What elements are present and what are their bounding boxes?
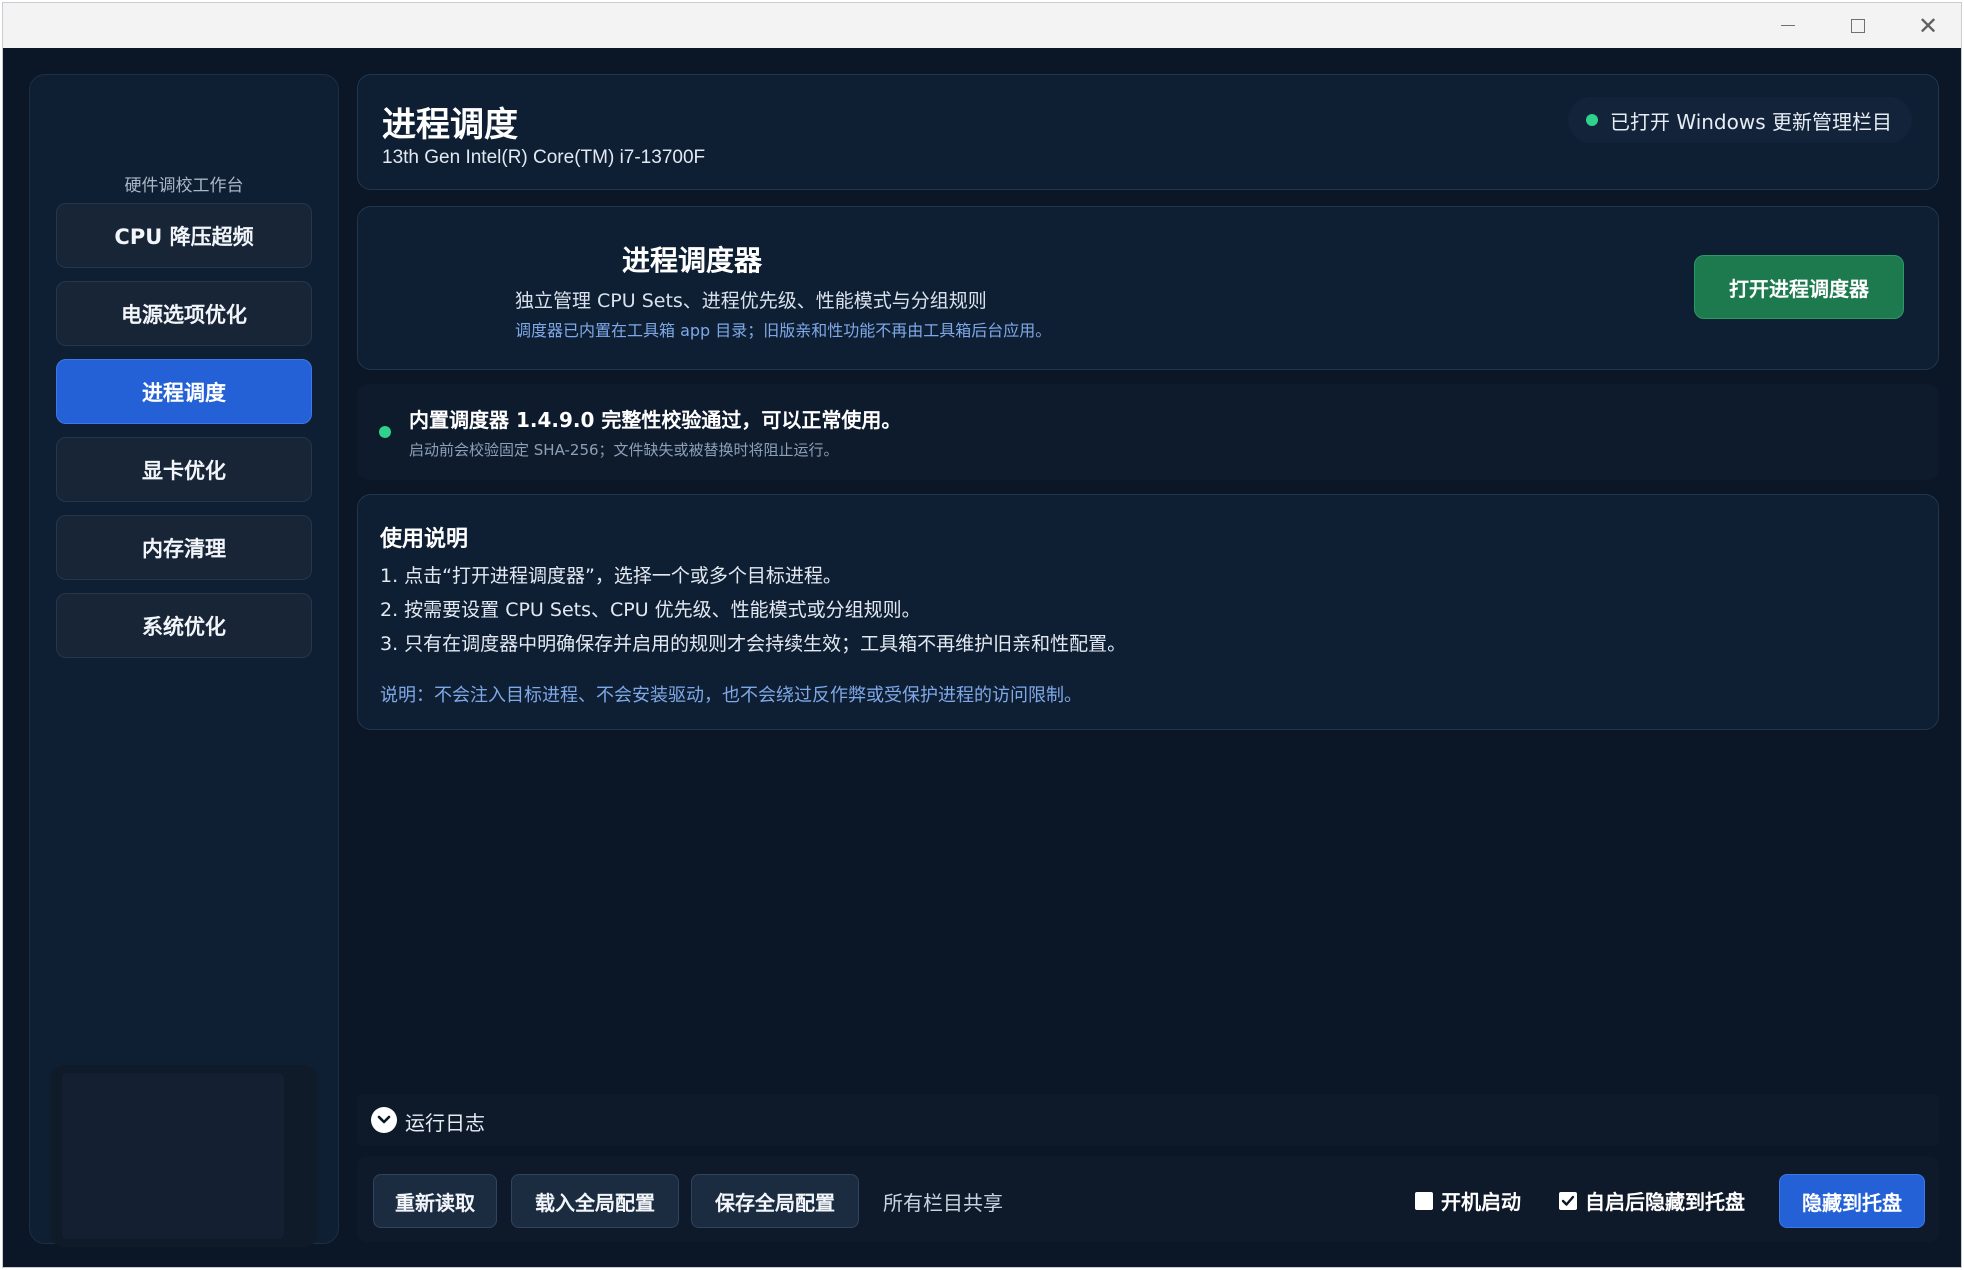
save-global-config-button[interactable]: 保存全局配置 [691, 1174, 859, 1228]
open-scheduler-button[interactable]: 打开进程调度器 [1694, 255, 1904, 319]
sidebar-item-power-options[interactable]: 电源选项优化 [56, 281, 312, 346]
sidebar-item-system-optimize[interactable]: 系统优化 [56, 593, 312, 658]
close-icon: ✕ [1917, 11, 1939, 40]
run-log-toggle[interactable]: 运行日志 [357, 1094, 1939, 1146]
maximize-icon [1851, 18, 1865, 33]
scheduler-card: 进程调度器 独立管理 CPU Sets、进程优先级、性能模式与分组规则 调度器已… [357, 206, 1939, 370]
bottom-toolbar: 重新读取 载入全局配置 保存全局配置 所有栏目共享 开机启动 自启后隐藏到托盘 … [357, 1156, 1939, 1242]
status-badge: 已打开 Windows 更新管理栏目 [1568, 97, 1912, 143]
hide-after-start-checkbox[interactable] [1559, 1191, 1577, 1210]
autostart-checkbox[interactable] [1415, 1191, 1433, 1210]
usage-step: 1. 点击“打开进程调度器”，选择一个或多个目标进程。 [380, 565, 842, 587]
scheduler-description: 独立管理 CPU Sets、进程优先级、性能模式与分组规则 [515, 290, 987, 312]
sidebar-item-gpu-optimize[interactable]: 显卡优化 [56, 437, 312, 502]
run-log-label: 运行日志 [405, 1111, 485, 1135]
sidebar-item-process-scheduling[interactable]: 进程调度 [56, 359, 312, 424]
page-header: 进程调度 13th Gen Intel(R) Core(TM) i7-13700… [357, 74, 1939, 190]
scheduler-note: 调度器已内置在工具箱 app 目录；旧版亲和性功能不再由工具箱后台应用。 [515, 321, 1052, 340]
app-window: ✕ 硬件调校工作台 CPU 降压超频 电源选项优化 进程调度 显卡优化 内存清理… [2, 2, 1962, 1268]
scheduler-title: 进程调度器 [622, 244, 763, 277]
hide-after-start-toggle[interactable]: 自启后隐藏到托盘 [1559, 1186, 1745, 1215]
check-icon [1561, 1195, 1575, 1206]
sidebar: 硬件调校工作台 CPU 降压超频 电源选项优化 进程调度 显卡优化 内存清理 系… [29, 74, 339, 1247]
chevron-down-icon [371, 1107, 397, 1133]
usage-card: 使用说明 1. 点击“打开进程调度器”，选择一个或多个目标进程。 2. 按需要设… [357, 494, 1939, 730]
usage-title: 使用说明 [380, 527, 469, 552]
reload-button[interactable]: 重新读取 [373, 1174, 497, 1228]
title-bar: ✕ [3, 3, 1961, 48]
usage-step: 2. 按需要设置 CPU Sets、CPU 优先级、性能模式或分组规则。 [380, 599, 921, 621]
load-global-config-button[interactable]: 载入全局配置 [511, 1174, 679, 1228]
close-button[interactable]: ✕ [1893, 3, 1961, 48]
integrity-subtitle: 启动前会校验固定 SHA-256；文件缺失或被替换时将阻止运行。 [409, 441, 839, 459]
hide-after-start-label: 自启后隐藏到托盘 [1585, 1190, 1745, 1214]
sidebar-bottom-panel [50, 1065, 318, 1247]
hide-to-tray-button[interactable]: 隐藏到托盘 [1779, 1174, 1925, 1228]
autostart-toggle[interactable]: 开机启动 [1415, 1186, 1521, 1215]
usage-note: 说明：不会注入目标进程、不会安装驱动，也不会绕过反作弊或受保护进程的访问限制。 [380, 685, 1082, 706]
minimize-button[interactable] [1753, 3, 1823, 48]
page-title: 进程调度 [382, 105, 518, 145]
sidebar-title: 硬件调校工作台 [124, 176, 244, 196]
sidebar-bottom-panel-inner [62, 1073, 284, 1239]
integrity-title: 内置调度器 1.4.9.0 完整性校验通过，可以正常使用。 [409, 408, 902, 432]
status-dot-icon [1586, 114, 1598, 126]
integrity-banner: 内置调度器 1.4.9.0 完整性校验通过，可以正常使用。 启动前会校验固定 S… [357, 384, 1939, 480]
shared-config-label: 所有栏目共享 [883, 1191, 1003, 1215]
cpu-model-label: 13th Gen Intel(R) Core(TM) i7-13700F [382, 147, 706, 168]
usage-step: 3. 只有在调度器中明确保存并启用的规则才会持续生效；工具箱不再维护旧亲和性配置… [380, 633, 1127, 655]
maximize-button[interactable] [1823, 3, 1893, 48]
autostart-label: 开机启动 [1441, 1190, 1521, 1214]
verified-dot-icon [379, 426, 391, 438]
sidebar-item-cpu-undervolt[interactable]: CPU 降压超频 [56, 203, 312, 268]
minimize-icon [1781, 25, 1795, 26]
main-content: 硬件调校工作台 CPU 降压超频 电源选项优化 进程调度 显卡优化 内存清理 系… [3, 48, 1961, 1267]
sidebar-item-memory-cleanup[interactable]: 内存清理 [56, 515, 312, 580]
status-text: 已打开 Windows 更新管理栏目 [1610, 109, 1892, 134]
